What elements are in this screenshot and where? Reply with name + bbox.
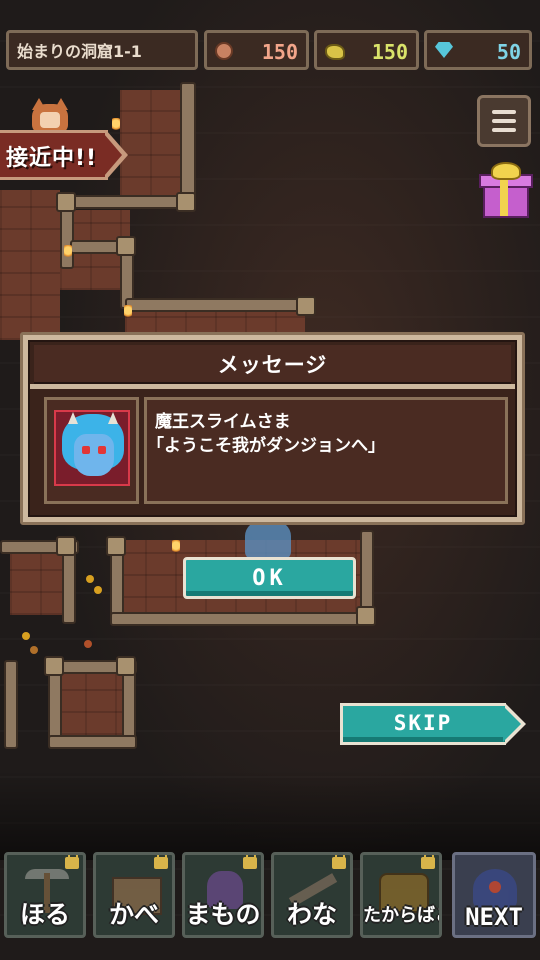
tool-label: たからばこ <box>363 905 439 926</box>
gold-value: 150 <box>371 40 408 64</box>
meat-icon <box>215 42 233 60</box>
gold-ore-icon <box>84 640 92 648</box>
dungeon-wall <box>60 195 194 209</box>
portrait-face <box>74 434 114 476</box>
tool-label: わな <box>286 900 337 929</box>
portrait-eye <box>82 446 90 454</box>
gift-button[interactable] <box>477 162 533 222</box>
message-text-box: 魔王スライムさま 「ようこそ我がダンジョンへ」 <box>144 397 508 504</box>
gift-bow-icon <box>491 162 521 180</box>
hero-face <box>40 112 60 128</box>
horn-icon <box>108 412 118 424</box>
approaching-label: 接近中!! <box>6 146 98 171</box>
wall-post <box>44 656 64 676</box>
torch-icon <box>172 540 180 554</box>
wall-post <box>296 296 316 316</box>
wall-post <box>116 236 136 256</box>
hamburger-menu-icon <box>492 119 516 123</box>
dungeon-wall <box>125 298 314 312</box>
portrait-frame <box>44 397 139 504</box>
treasure-button[interactable]: たからばこ <box>360 852 442 938</box>
bottom-toolbar: ほる かべ まもの わな たからばこ NEXT <box>0 848 540 960</box>
dialog-divider <box>30 384 515 389</box>
wall-post <box>56 192 76 212</box>
wall-post <box>106 536 126 556</box>
gold-counter: 150 <box>314 30 419 70</box>
blue-gem-icon <box>435 42 453 58</box>
skip-label: SKIP <box>393 711 453 735</box>
gem-counter: 50 <box>424 30 532 70</box>
dig-button[interactable]: ほる <box>4 852 86 938</box>
monster-button[interactable]: まもの <box>182 852 264 938</box>
torch-icon <box>64 245 72 259</box>
gold-nugget-icon <box>325 44 345 60</box>
gold-ore-icon <box>94 586 102 594</box>
dungeon-wall <box>110 612 374 626</box>
ok-label: OK <box>252 565 287 591</box>
dialog-body: メッセージ 魔王スライムさま 「ようこそ我がダンジョンへ」 <box>28 340 517 517</box>
gold-ore-icon <box>22 632 30 640</box>
gift-ribbon <box>500 174 508 216</box>
dialog-title: メッセージ <box>34 345 511 384</box>
tool-label: かべ <box>108 900 159 929</box>
tool-label: ほる <box>19 900 70 929</box>
lock-icon <box>243 855 257 869</box>
wall-post <box>116 656 136 676</box>
trap-button[interactable]: わな <box>271 852 353 938</box>
ok-button[interactable]: OK <box>183 557 356 599</box>
message-text: 「ようこそ我がダンジョンへ」 <box>147 436 385 456</box>
next-button[interactable]: NEXT <box>452 852 536 938</box>
dungeon-wall <box>48 735 137 749</box>
horn-icon <box>68 412 78 424</box>
map-shadow <box>0 770 540 860</box>
wall-button[interactable]: かべ <box>93 852 175 938</box>
banner-arrow-inner <box>104 134 122 176</box>
dungeon-wall <box>180 82 196 206</box>
dungeon-room <box>0 190 60 340</box>
torch-icon <box>124 305 132 319</box>
hamburger-menu-icon <box>492 128 516 132</box>
portrait-eye <box>98 446 106 454</box>
slime-king-portrait <box>54 410 130 486</box>
message-dialog: メッセージ 魔王スライムさま 「ようこそ我がダンジョンへ」 <box>20 332 525 525</box>
menu-button[interactable] <box>477 95 531 147</box>
meat-counter: 150 <box>204 30 309 70</box>
dungeon-wall <box>4 660 18 749</box>
status-bar: 始まりの洞窟1-1 150 150 50 <box>0 22 540 78</box>
gem-value: 50 <box>496 40 521 64</box>
stage-name: 始まりの洞窟1-1 <box>17 42 142 61</box>
lock-icon <box>154 855 168 869</box>
wall-post <box>176 192 196 212</box>
gold-ore-icon <box>30 646 38 654</box>
wall-post <box>356 606 376 626</box>
hamburger-menu-icon <box>492 110 516 114</box>
speaker-name: 魔王スライムさま <box>155 412 291 432</box>
tool-label: まもの <box>185 900 261 929</box>
approaching-banner: 接近中!! <box>0 128 130 182</box>
gold-ore-icon <box>86 575 94 583</box>
wall-post <box>56 536 76 556</box>
lock-icon <box>332 855 346 869</box>
skip-button[interactable]: SKIP <box>340 703 526 745</box>
tool-label: NEXT <box>465 903 523 931</box>
slime-monster-sprite <box>245 520 291 560</box>
lock-icon <box>65 855 79 869</box>
lock-icon <box>421 855 435 869</box>
meat-value: 150 <box>261 40 298 64</box>
dungeon-room <box>55 665 125 735</box>
stage-name-box: 始まりの洞窟1-1 <box>6 30 198 70</box>
